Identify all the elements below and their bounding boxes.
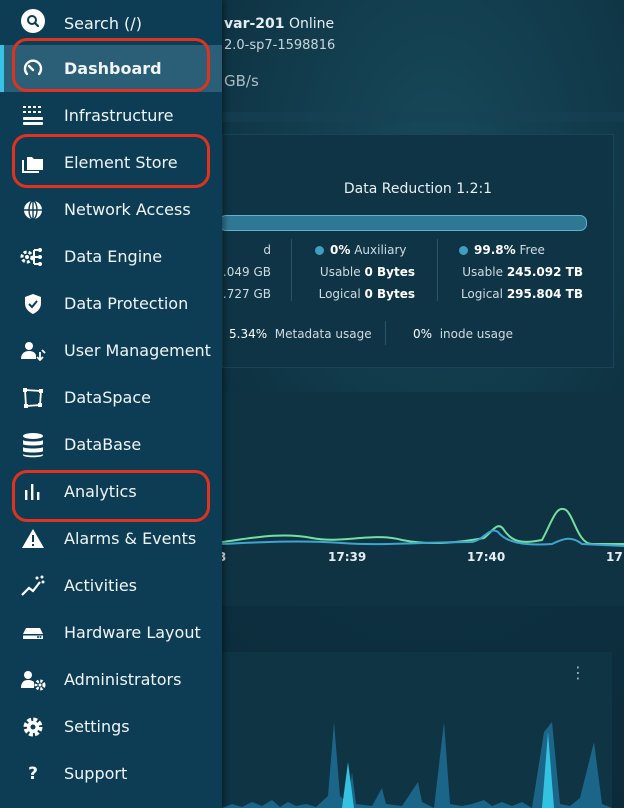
sidebar-item-label: Support: [64, 764, 128, 783]
sidebar: Search (/) Dashboard Infrastructure Elem…: [0, 0, 222, 808]
activity-icon: [20, 573, 46, 599]
question-icon: ?: [28, 763, 38, 784]
sidebar-item-dashboard[interactable]: Dashboard: [0, 45, 222, 92]
sidebar-item-data-protection[interactable]: Data Protection: [0, 280, 222, 327]
free-dot-icon: [459, 246, 468, 255]
sidebar-item-label: Data Protection: [64, 294, 189, 313]
column-divider: [385, 321, 386, 345]
sidebar-item-element-store[interactable]: Element Store: [0, 139, 222, 186]
section-divider: [222, 112, 624, 122]
metadata-usage: 5.34% Metadata usage: [229, 327, 372, 341]
sidebar-item-label: Settings: [64, 717, 130, 736]
user-management-icon: [20, 338, 46, 364]
cluster-header: var-201 Online 2.0-sp7-1598816 GB/s: [222, 0, 624, 110]
sidebar-item-label: Activities: [64, 576, 137, 595]
folders-icon: [20, 150, 46, 176]
capacity-bar: [219, 215, 587, 231]
throughput-chart-card: 3 17:39 17:40 17: [218, 392, 624, 606]
sidebar-item-network-access[interactable]: Network Access: [0, 186, 222, 233]
sidebar-item-database[interactable]: DataBase: [0, 421, 222, 468]
data-reduction-title: Data Reduction 1.2:1: [343, 181, 493, 197]
sidebar-item-label: Search (/): [64, 14, 142, 33]
sidebar-item-search[interactable]: Search (/): [0, 0, 222, 47]
sidebar-item-label: Alarms & Events: [64, 529, 197, 548]
sidebar-item-infrastructure[interactable]: Infrastructure: [0, 92, 222, 139]
capacity-card: Data Reduction 1.2:1 d .049 GB .727 GB 0…: [219, 134, 614, 368]
axis-tick: 17: [606, 550, 623, 564]
gear-icon: [20, 714, 46, 740]
sidebar-item-hardware-layout[interactable]: Hardware Layout: [0, 609, 222, 656]
sidebar-item-user-management[interactable]: User Management: [0, 327, 222, 374]
dashboard-gauge-icon: [20, 56, 46, 82]
throughput-chart: [222, 507, 624, 547]
sidebar-item-label: DataSpace: [64, 388, 151, 407]
sidebar-item-label: Element Store: [64, 153, 178, 172]
sidebar-item-settings[interactable]: Settings: [0, 703, 222, 750]
column-divider: [437, 239, 438, 301]
axis-tick: 17:39: [328, 550, 367, 564]
dataspace-icon: [20, 385, 46, 411]
sidebar-item-alarms-events[interactable]: Alarms & Events: [0, 515, 222, 562]
active-indicator: [0, 45, 4, 92]
capacity-col-auxiliary: 0% Auxiliary Usable 0 Bytes Logical 0 By…: [315, 239, 415, 305]
throughput-unit: GB/s: [224, 72, 259, 90]
cluster-status: var-201 Online: [224, 16, 335, 32]
sidebar-item-support[interactable]: ? Support: [0, 750, 222, 797]
sidebar-item-label: Infrastructure: [64, 106, 174, 125]
sidebar-item-label: User Management: [64, 341, 211, 360]
sidebar-item-label: Data Engine: [64, 247, 163, 266]
globe-icon: [20, 197, 46, 223]
sidebar-item-label: Analytics: [64, 482, 137, 501]
sidebar-item-label: Hardware Layout: [64, 623, 201, 642]
infrastructure-icon: [20, 103, 46, 129]
sidebar-item-label: Network Access: [64, 200, 191, 219]
sidebar-item-label: Administrators: [64, 670, 182, 689]
capacity-col-used: d .049 GB .727 GB: [222, 243, 271, 301]
hardware-drive-icon: [20, 620, 46, 646]
axis-tick: 17:40: [467, 550, 506, 564]
column-divider: [291, 239, 292, 301]
search-icon: [20, 8, 46, 34]
inode-usage: 0% inode usage: [413, 327, 513, 341]
sidebar-item-activities[interactable]: Activities: [0, 562, 222, 609]
sidebar-item-administrators[interactable]: Administrators: [0, 656, 222, 703]
sidebar-item-label: Dashboard: [64, 59, 162, 78]
auxiliary-dot-icon: [315, 246, 324, 255]
admin-user-gear-icon: [20, 667, 46, 693]
data-engine-icon: [20, 244, 46, 270]
iops-chart: [222, 722, 612, 808]
bar-chart-icon: [20, 479, 46, 505]
sidebar-item-analytics[interactable]: Analytics: [0, 468, 222, 515]
iops-chart-card: ⋮: [222, 652, 612, 808]
chart-menu-icon[interactable]: ⋮: [570, 665, 586, 681]
sidebar-item-data-engine[interactable]: Data Engine: [0, 233, 222, 280]
database-icon: [20, 432, 46, 458]
sidebar-item-label: DataBase: [64, 435, 142, 454]
shield-icon: [20, 291, 46, 317]
warning-icon: [20, 526, 46, 552]
capacity-col-free: 99.8% Free Usable 245.092 TB Logical 295…: [459, 243, 583, 301]
cluster-version: 2.0-sp7-1598816: [224, 38, 336, 53]
sidebar-item-dataspace[interactable]: DataSpace: [0, 374, 222, 421]
